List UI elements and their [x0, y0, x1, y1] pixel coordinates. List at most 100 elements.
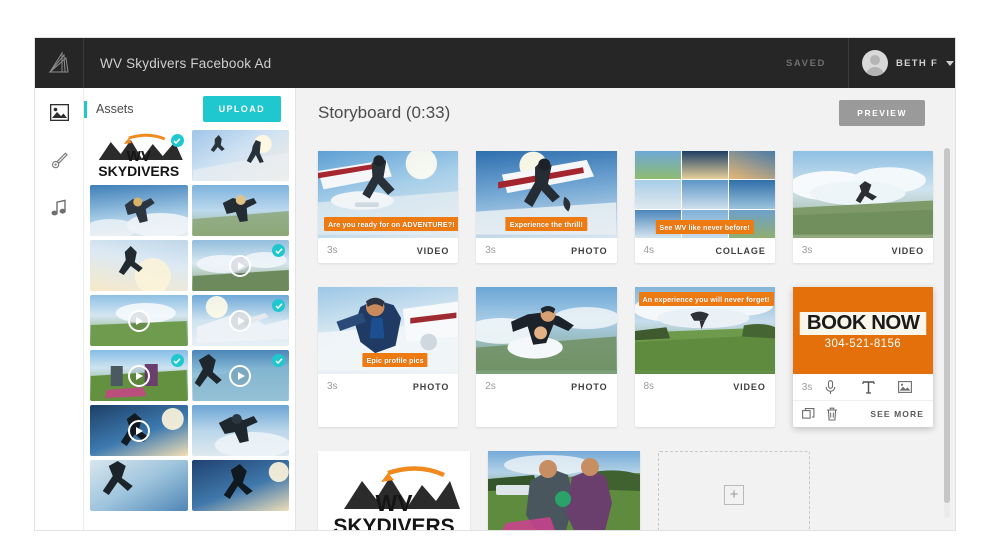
duplicate-button[interactable]: [802, 408, 815, 421]
storyboard-card[interactable]: An experience you will never forget! 8s …: [635, 287, 775, 427]
rail-item-style[interactable]: [48, 149, 70, 171]
collage-cell: [729, 180, 775, 208]
asset-thumbnail[interactable]: [90, 405, 188, 456]
mic-icon: [825, 380, 836, 395]
check-icon: [275, 247, 283, 255]
thumb-art: [192, 405, 290, 456]
collage-cell: [729, 151, 775, 179]
preview-button[interactable]: PREVIEW: [839, 100, 925, 126]
asset-thumbnail[interactable]: [192, 185, 290, 236]
chevron-down-icon: [946, 61, 954, 66]
card-duration: 3s: [802, 382, 813, 393]
card-caption: See WV like never before!: [655, 220, 753, 234]
thumb-art: [192, 130, 290, 181]
text-tool-button[interactable]: [850, 380, 887, 394]
storyboard-row: WV SKYDIVERS: [318, 451, 933, 530]
mic-tool-button[interactable]: [812, 380, 849, 395]
asset-selected-check: [272, 299, 285, 312]
image-tool-button[interactable]: [887, 381, 924, 393]
assets-accent-bar: [84, 101, 87, 118]
saved-status: SAVED: [786, 38, 848, 88]
image-icon: [50, 104, 69, 121]
card-meta: 3s VIDEO: [793, 238, 933, 263]
asset-thumbnail[interactable]: [90, 185, 188, 236]
thumb-art: [90, 460, 188, 511]
check-icon: [173, 137, 181, 145]
asset-thumbnail[interactable]: [90, 460, 188, 511]
upload-button[interactable]: UPLOAD: [203, 96, 281, 122]
scrollbar-thumb[interactable]: [944, 148, 950, 503]
assets-title: Assets: [96, 102, 203, 116]
card-meta: 3s VIDEO: [318, 238, 458, 263]
card-type: PHOTO: [413, 382, 449, 392]
storyboard-card[interactable]: [488, 451, 640, 530]
card-thumbnail[interactable]: Experience the thrill!: [476, 151, 616, 238]
card-thumbnail[interactable]: Epic profile pics: [318, 287, 458, 374]
delete-button[interactable]: [826, 407, 838, 421]
body: Assets UPLOAD WV SKYDIVERS: [35, 88, 955, 530]
asset-selected-check: [272, 244, 285, 257]
storyboard-card[interactable]: See WV like never before! 4s COLLAGE: [635, 151, 775, 263]
duplicate-icon: [802, 408, 815, 421]
user-name: BETH F: [896, 58, 938, 69]
card-duration: 2s: [485, 381, 496, 392]
storyboard-card[interactable]: WV SKYDIVERS: [318, 451, 470, 530]
asset-thumbnail[interactable]: [192, 240, 290, 291]
thumb-art: [90, 185, 188, 236]
card-thumbnail[interactable]: An experience you will never forget!: [635, 287, 775, 374]
book-now-label: BOOK NOW: [799, 312, 926, 335]
book-now-thumbnail[interactable]: BOOK NOW 304-521-8156: [793, 287, 933, 374]
storyboard-card[interactable]: Are you ready for on ADVENTURE?! 3s VIDE…: [318, 151, 458, 263]
asset-thumbnail[interactable]: WV SKYDIVERS: [90, 130, 188, 181]
card-thumbnail[interactable]: [476, 287, 616, 374]
storyboard-card[interactable]: Epic profile pics 3s PHOTO: [318, 287, 458, 427]
asset-thumbnail[interactable]: [90, 295, 188, 346]
asset-thumbnail[interactable]: [192, 295, 290, 346]
user-menu[interactable]: BETH F: [848, 38, 955, 88]
add-card-tile[interactable]: +: [658, 451, 810, 530]
play-icon[interactable]: [229, 365, 251, 387]
icon-rail: [35, 88, 84, 530]
assets-header: Assets UPLOAD: [84, 88, 295, 130]
card-thumbnail[interactable]: [793, 151, 933, 238]
storyboard-card[interactable]: 2s PHOTO: [476, 287, 616, 427]
brush-icon: [50, 151, 69, 170]
card-thumbnail[interactable]: WV SKYDIVERS: [318, 451, 470, 530]
vertical-scrollbar[interactable]: [944, 148, 950, 518]
storyboard-row: Are you ready for on ADVENTURE?! 3s VIDE…: [318, 151, 933, 263]
thumb-art: [488, 451, 640, 530]
storyboard-card[interactable]: 3s VIDEO: [793, 151, 933, 263]
text-icon: [862, 380, 875, 394]
trash-icon: [826, 407, 838, 421]
storyboard-card-selected[interactable]: BOOK NOW 304-521-8156 3s: [793, 287, 933, 427]
card-thumbnail[interactable]: Are you ready for on ADVENTURE?!: [318, 151, 458, 238]
storyboard-card[interactable]: Experience the thrill! 3s PHOTO: [476, 151, 616, 263]
asset-thumbnail[interactable]: [192, 405, 290, 456]
see-more-link[interactable]: SEE MORE: [870, 409, 924, 419]
asset-thumbnail[interactable]: [90, 350, 188, 401]
asset-thumbnail[interactable]: [90, 240, 188, 291]
play-icon[interactable]: [229, 255, 251, 277]
app-logo[interactable]: [35, 38, 84, 88]
collage-cell: [682, 180, 728, 208]
asset-thumbnail[interactable]: [192, 350, 290, 401]
asset-thumbnail[interactable]: [192, 460, 290, 511]
rail-item-audio[interactable]: [48, 197, 70, 219]
play-icon[interactable]: [229, 310, 251, 332]
project-title[interactable]: WV Skydivers Facebook Ad: [84, 38, 786, 88]
svg-text:SKYDIVERS: SKYDIVERS: [333, 515, 454, 530]
storyboard-row: Epic profile pics 3s PHOTO: [318, 287, 933, 427]
card-thumbnail[interactable]: [488, 451, 640, 530]
card-meta: 3s PHOTO: [476, 238, 616, 263]
app-window: WV Skydivers Facebook Ad SAVED BETH F: [35, 38, 955, 530]
card-type: COLLAGE: [715, 246, 765, 256]
play-icon[interactable]: [128, 365, 150, 387]
card-duration: 4s: [644, 245, 655, 256]
card-caption: Epic profile pics: [363, 353, 428, 367]
play-icon[interactable]: [128, 310, 150, 332]
play-icon[interactable]: [128, 420, 150, 442]
wv-skydivers-logo-icon: WV SKYDIVERS: [318, 451, 470, 530]
asset-thumbnail[interactable]: [192, 130, 290, 181]
card-thumbnail[interactable]: See WV like never before!: [635, 151, 775, 238]
rail-item-media[interactable]: [48, 101, 70, 123]
